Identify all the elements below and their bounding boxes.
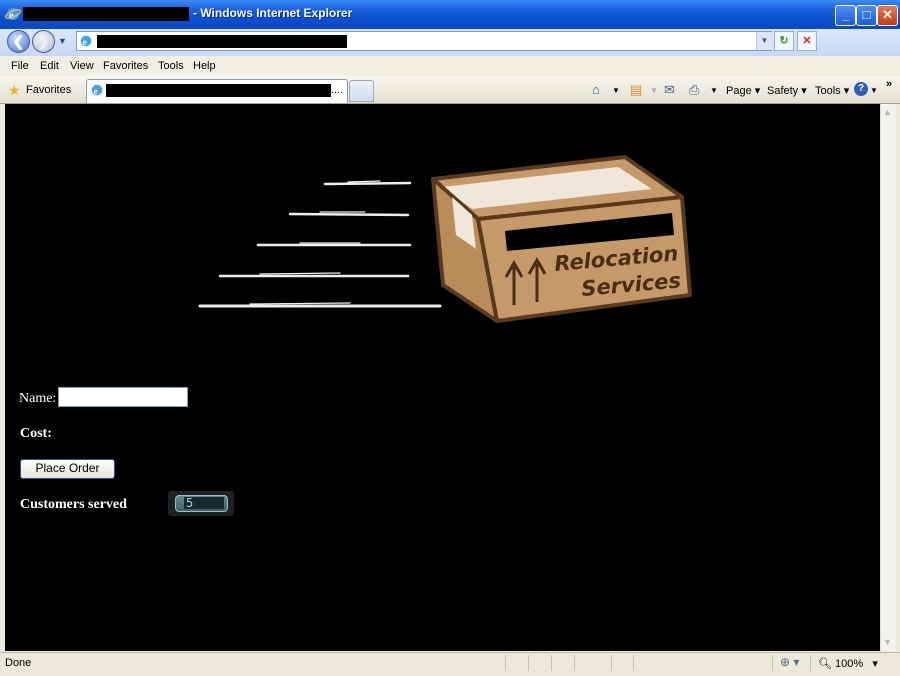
menu-tools[interactable]: Tools	[158, 60, 184, 72]
menu-view[interactable]: View	[70, 60, 94, 72]
tools-menu[interactable]: Tools ▾	[815, 84, 849, 97]
rss-dropdown-icon: ▼	[650, 86, 658, 95]
zoom-value: 100%	[835, 658, 864, 670]
window-title: - Windows Internet Explorer	[193, 6, 353, 20]
status-divider	[611, 655, 612, 671]
page-menu[interactable]: Page ▾	[726, 84, 760, 97]
mail-icon[interactable]: ✉	[664, 82, 675, 98]
vertical-scrollbar[interactable]	[880, 104, 896, 651]
safety-menu[interactable]: Safety ▾	[767, 84, 807, 97]
page-ie-icon: e	[80, 35, 92, 48]
print-dropdown-icon[interactable]: ▼	[710, 86, 718, 95]
rss-icon[interactable]: ▤	[630, 82, 642, 98]
favorites-button[interactable]: Favorites	[26, 84, 71, 96]
menu-edit[interactable]: Edit	[40, 60, 59, 72]
place-order-button[interactable]: Place Order	[20, 459, 115, 479]
back-arrow-icon[interactable]: ❮	[7, 30, 30, 53]
zoom-level[interactable]: 🔍︎ 100% ▾	[818, 657, 878, 670]
new-tab-button[interactable]	[349, 80, 374, 102]
forward-arrow-icon[interactable]: ❯	[32, 30, 55, 53]
status-divider	[551, 655, 552, 671]
svg-text:e: e	[83, 37, 88, 48]
scroll-up-icon[interactable]: ▲	[880, 105, 895, 120]
recent-pages-dropdown-icon[interactable]: ▼	[58, 36, 67, 46]
home-icon[interactable]: ⌂	[592, 82, 600, 97]
menu-help[interactable]: Help	[193, 60, 216, 72]
status-divider	[528, 655, 529, 671]
name-input[interactable]	[58, 387, 188, 407]
tab-title-ellipsis: ....	[331, 84, 344, 96]
minimize-button[interactable]: _	[835, 5, 856, 26]
scroll-down-icon[interactable]: ▼	[880, 635, 895, 650]
home-dropdown-icon[interactable]: ▼	[612, 86, 620, 95]
relocation-services-logo: Relocation Services	[198, 155, 692, 323]
cardboard-box: Relocation Services	[431, 155, 692, 323]
speed-lines	[198, 180, 442, 308]
print-icon[interactable]: ⎙	[689, 82, 699, 98]
tools-menu-label: Tools	[815, 85, 841, 97]
star-icon[interactable]: ★	[8, 82, 21, 99]
status-divider	[772, 655, 773, 671]
tab-ie-icon: e	[91, 84, 103, 97]
address-dropdown-icon[interactable]: ▼	[756, 32, 772, 50]
status-divider	[810, 655, 811, 671]
status-divider	[505, 655, 506, 671]
address-url-redacted	[97, 35, 347, 48]
maximize-button[interactable]: □	[856, 5, 877, 26]
window-title-redacted	[23, 7, 189, 21]
refresh-icon[interactable]: ↻	[774, 31, 794, 51]
safety-menu-label: Safety	[767, 85, 799, 97]
customers-served-label: Customers served	[20, 497, 127, 512]
stop-icon[interactable]: ✕	[797, 31, 817, 51]
ie-logo-icon: e	[5, 8, 21, 22]
status-divider	[574, 655, 575, 671]
help-dropdown-icon[interactable]: ▼	[870, 86, 878, 95]
customers-served-count: 5	[186, 496, 194, 510]
zoom-icon: 🔍︎	[818, 658, 832, 670]
status-text: Done	[5, 657, 32, 669]
more-commands-icon[interactable]: »	[886, 78, 892, 90]
menu-file[interactable]: File	[11, 60, 29, 72]
menu-favorites[interactable]: Favorites	[103, 60, 148, 72]
name-label: Name:	[19, 391, 57, 406]
cost-label: Cost:	[20, 426, 52, 441]
status-bar	[0, 652, 900, 676]
page-menu-label: Page	[726, 85, 752, 97]
status-divider	[633, 655, 634, 671]
svg-text:e: e	[94, 86, 99, 97]
globe-zone-icon[interactable]: ⊕ ▾	[780, 655, 799, 669]
help-icon[interactable]: ?	[854, 82, 868, 96]
close-window-button[interactable]: ✕	[877, 5, 898, 26]
tab-title-redacted	[106, 84, 331, 97]
